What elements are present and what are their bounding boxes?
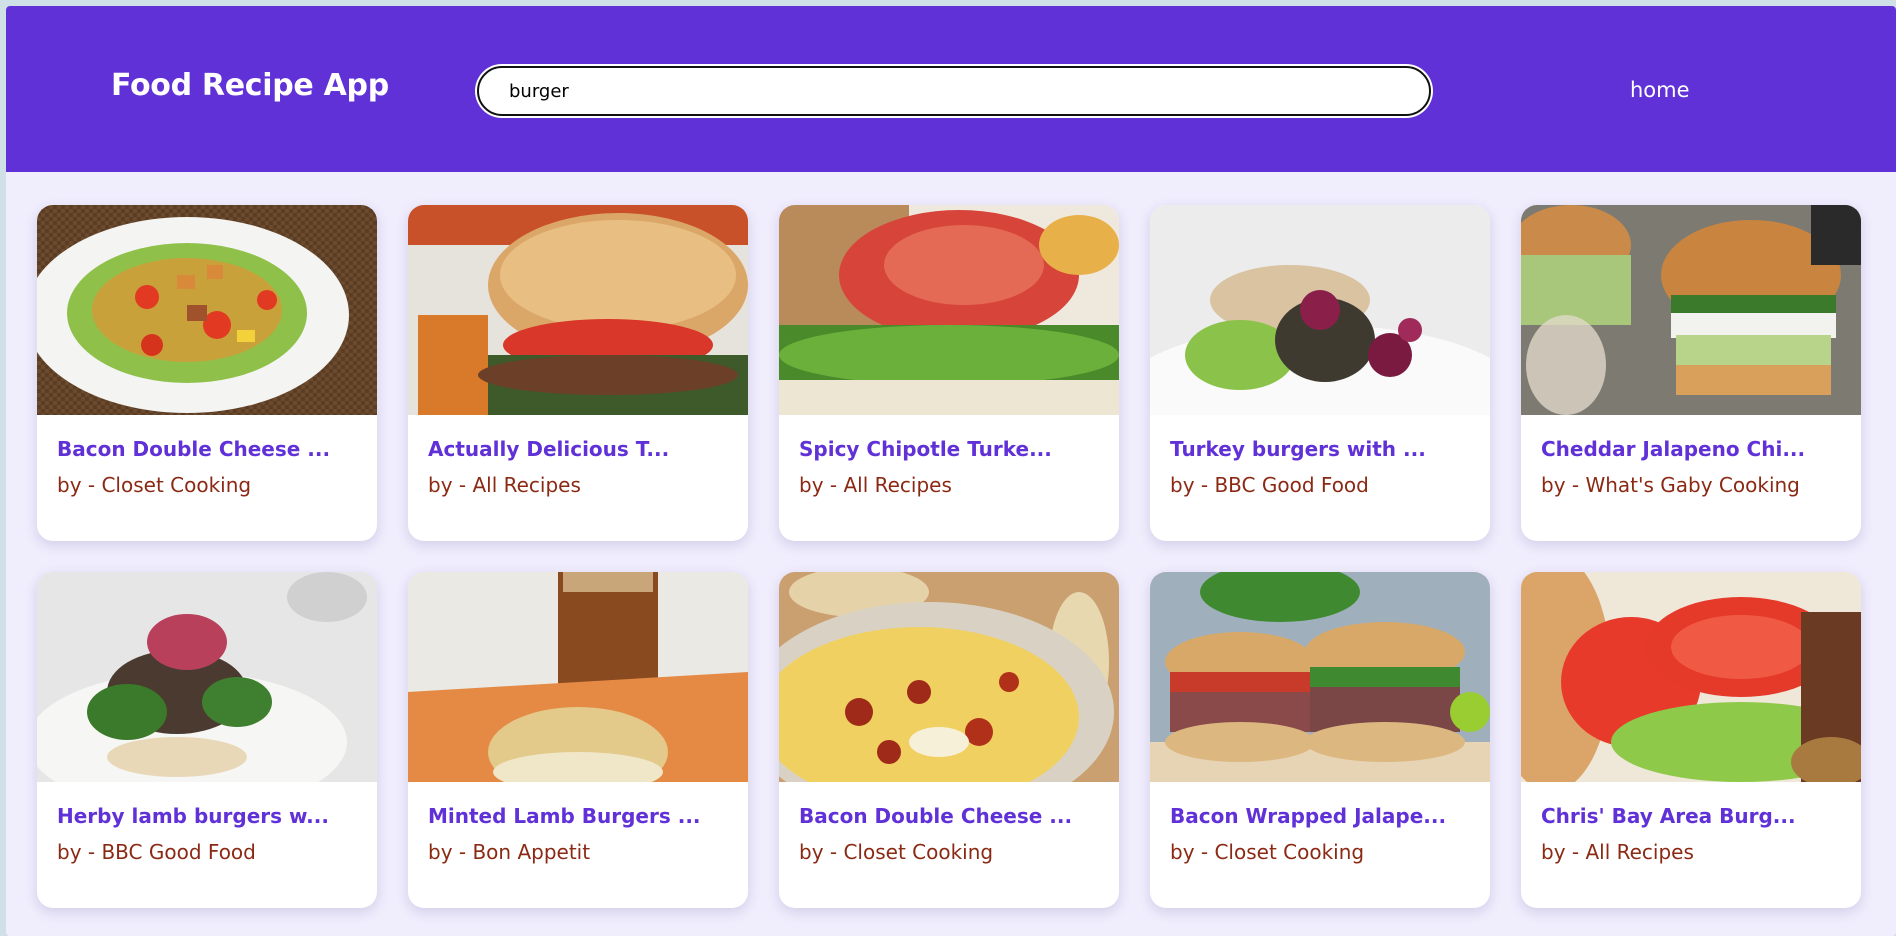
recipe-image — [408, 572, 748, 782]
recipe-card[interactable]: Spicy Chipotle Turke... by - All Recipes — [779, 205, 1119, 541]
app-title: Food Recipe App — [111, 68, 389, 103]
recipe-source: by - All Recipes — [799, 473, 952, 497]
recipe-source: by - Closet Cooking — [1170, 840, 1365, 864]
recipe-image — [37, 205, 377, 415]
recipe-title[interactable]: Bacon Double Cheese ... — [799, 804, 1099, 828]
recipe-image — [779, 572, 1119, 782]
recipe-image — [408, 205, 748, 415]
search-input[interactable] — [509, 80, 1429, 102]
recipe-title[interactable]: Bacon Double Cheese ... — [57, 437, 357, 461]
nav-home-link[interactable]: home — [1630, 78, 1690, 102]
recipe-title[interactable]: Bacon Wrapped Jalape... — [1170, 804, 1470, 828]
recipe-card[interactable]: Bacon Double Cheese ... by - Closet Cook… — [779, 572, 1119, 908]
recipe-card[interactable]: Minted Lamb Burgers ... by - Bon Appetit — [408, 572, 748, 908]
recipe-source: by - Closet Cooking — [57, 473, 252, 497]
recipe-title[interactable]: Chris' Bay Area Burg... — [1541, 804, 1841, 828]
recipe-image — [1150, 205, 1490, 415]
recipe-source: by - All Recipes — [428, 473, 581, 497]
recipe-card[interactable]: Herby lamb burgers w... by - BBC Good Fo… — [37, 572, 377, 908]
recipe-title[interactable]: Turkey burgers with ... — [1170, 437, 1470, 461]
recipe-card[interactable]: Chris' Bay Area Burg... by - All Recipes — [1521, 572, 1861, 908]
recipe-card[interactable]: Actually Delicious T... by - All Recipes — [408, 205, 748, 541]
recipe-source: by - What's Gaby Cooking — [1541, 473, 1800, 497]
recipe-title[interactable]: Minted Lamb Burgers ... — [428, 804, 728, 828]
recipe-source: by - BBC Good Food — [1170, 473, 1369, 497]
header-bar: Food Recipe App home — [6, 6, 1896, 172]
recipe-title[interactable]: Actually Delicious T... — [428, 437, 728, 461]
recipe-title[interactable]: Spicy Chipotle Turke... — [799, 437, 1099, 461]
search-box[interactable] — [477, 66, 1431, 116]
recipe-card[interactable]: Bacon Wrapped Jalape... by - Closet Cook… — [1150, 572, 1490, 908]
recipe-image — [779, 205, 1119, 415]
recipe-source: by - Closet Cooking — [799, 840, 994, 864]
recipe-image — [37, 572, 377, 782]
recipe-source: by - BBC Good Food — [57, 840, 256, 864]
recipe-source: by - Bon Appetit — [428, 840, 591, 864]
app-window: Food Recipe App home — [6, 6, 1896, 936]
recipe-image — [1521, 572, 1861, 782]
recipe-card[interactable]: Turkey burgers with ... by - BBC Good Fo… — [1150, 205, 1490, 541]
recipe-card[interactable]: Bacon Double Cheese ... by - Closet Cook… — [37, 205, 377, 541]
recipe-title[interactable]: Herby lamb burgers w... — [57, 804, 357, 828]
recipe-image — [1521, 205, 1861, 415]
recipe-source: by - All Recipes — [1541, 840, 1694, 864]
recipe-card[interactable]: Cheddar Jalapeno Chi... by - What's Gaby… — [1521, 205, 1861, 541]
recipe-grid: Bacon Double Cheese ... by - Closet Cook… — [37, 205, 1861, 908]
recipe-title[interactable]: Cheddar Jalapeno Chi... — [1541, 437, 1841, 461]
recipe-image — [1150, 572, 1490, 782]
